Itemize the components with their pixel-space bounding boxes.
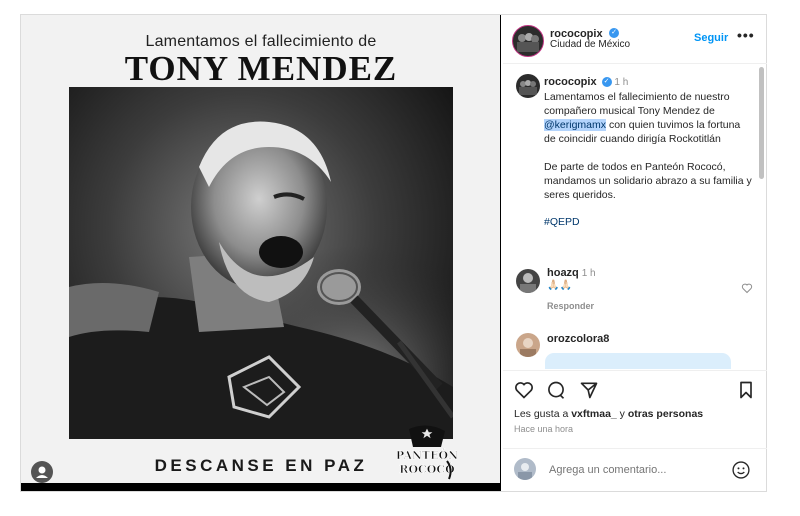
media-bottom-bar: [21, 483, 501, 491]
reply-button[interactable]: Responder: [547, 301, 594, 311]
verified-icon: ✓: [601, 77, 612, 88]
comment-like-heart-icon[interactable]: [741, 281, 753, 299]
author-avatar[interactable]: [512, 25, 544, 57]
comment-header: hoazq 1 h: [547, 267, 596, 279]
comment-bar: [503, 448, 767, 491]
share-icon[interactable]: [579, 380, 599, 405]
follow-button[interactable]: Seguir: [694, 32, 728, 44]
more-options-icon[interactable]: •••: [737, 27, 755, 43]
likes-summary: Les gusta a vxftmaa_ y otras personas: [514, 408, 703, 420]
caption-text-3: De parte de todos en Panteón Rococó, man…: [544, 161, 752, 201]
user-icon[interactable]: [31, 461, 53, 483]
svg-text:ROCOCÓ: ROCOCÓ: [399, 462, 455, 476]
scrollbar-thumb[interactable]: [759, 67, 764, 179]
likes-user-link[interactable]: vxftmaa_: [571, 408, 617, 420]
commenter-avatar[interactable]: [516, 333, 540, 357]
post-timestamp[interactable]: Hace una hora: [514, 424, 573, 434]
current-user-avatar: [514, 458, 536, 480]
post-header: rococopix ✓ Ciudad de México Seguir •••: [503, 15, 767, 64]
likes-others-link[interactable]: otras personas: [628, 408, 703, 420]
post-location[interactable]: Ciudad de México: [550, 39, 630, 50]
singer-illustration: [69, 87, 453, 439]
singer-photo: [69, 87, 453, 439]
commenter-avatar[interactable]: [516, 269, 540, 293]
comment-text: 🙏🏻🙏🏻: [547, 280, 572, 291]
heart-icon[interactable]: [514, 380, 534, 405]
image-heading-large: TONY MENDEZ: [124, 49, 398, 88]
comment-input[interactable]: [547, 460, 721, 480]
media-divider: [500, 15, 501, 491]
comment-time[interactable]: 1 h: [582, 268, 596, 279]
caption-time[interactable]: 1 h: [614, 77, 628, 88]
post-side-panel: rococopix ✓ Ciudad de México Seguir ••• …: [503, 15, 767, 491]
caption-text-1: Lamentamos el fallecimiento de nuestro c…: [544, 91, 730, 117]
comment-username[interactable]: orozcolora8: [547, 333, 609, 345]
verified-icon: ✓: [609, 27, 620, 38]
caption-hashtag-link[interactable]: #QEPD: [544, 215, 752, 229]
comment-username[interactable]: hoazq: [547, 267, 579, 279]
post-container: Lamentamos el fallecimiento de TONY MEND…: [20, 14, 767, 492]
panteon-rococo-logo: PANTEÓN ROCOCÓ: [396, 425, 458, 481]
post-image[interactable]: Lamentamos el fallecimiento de TONY MEND…: [21, 15, 501, 491]
likes-prefix: Les gusta a: [514, 408, 569, 420]
comment-media-preview[interactable]: [545, 353, 731, 369]
comment-icon[interactable]: [546, 380, 566, 405]
bookmark-icon[interactable]: [737, 380, 755, 405]
emoji-icon[interactable]: [731, 460, 751, 485]
caption-username[interactable]: rococopix: [544, 76, 597, 88]
caption-mention-link[interactable]: @kerigmamx: [544, 119, 607, 131]
svg-text:PANTEÓN: PANTEÓN: [397, 448, 457, 462]
likes-middle: y: [619, 408, 625, 420]
caption-author-avatar[interactable]: [516, 74, 540, 98]
post-caption: rococopix ✓ 1 h Lamentamos el fallecimie…: [544, 75, 752, 229]
